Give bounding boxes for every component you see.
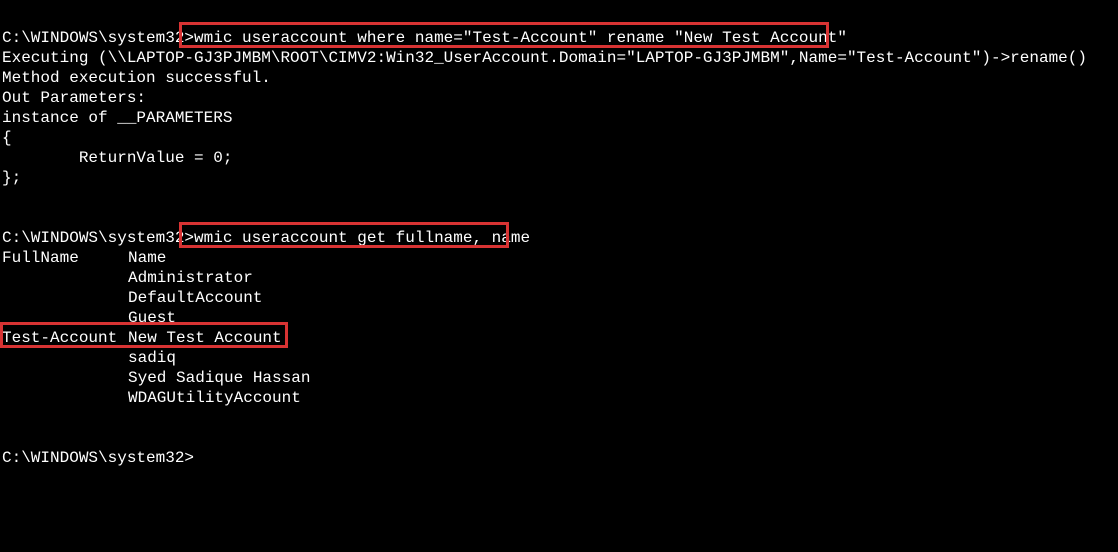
- terminal-output: instance of __PARAMETERS: [2, 108, 1118, 128]
- table-row: Guest: [2, 308, 1118, 328]
- table-header: FullNameName: [2, 248, 1118, 268]
- terminal-output: Out Parameters:: [2, 88, 1118, 108]
- terminal-line: C:\WINDOWS\system32>wmic useraccount whe…: [2, 28, 1118, 48]
- table-row: Syed Sadique Hassan: [2, 368, 1118, 388]
- table-row: Test-AccountNew Test Account: [2, 328, 1118, 348]
- blank-line: [2, 208, 1118, 228]
- terminal-output: };: [2, 168, 1118, 188]
- blank-line: [2, 188, 1118, 208]
- terminal-line: C:\WINDOWS\system32>wmic useraccount get…: [2, 228, 1118, 248]
- blank-line: [2, 408, 1118, 428]
- table-row: WDAGUtilityAccount: [2, 388, 1118, 408]
- header-name: Name: [128, 249, 166, 267]
- blank-line: [2, 428, 1118, 448]
- table-row: Administrator: [2, 268, 1118, 288]
- header-fullname: FullName: [2, 248, 128, 268]
- cell-name: WDAGUtilityAccount: [128, 389, 301, 407]
- prompt: C:\WINDOWS\system32>: [2, 449, 194, 467]
- command-input[interactable]: wmic useraccount get fullname, name: [194, 229, 530, 247]
- terminal-line[interactable]: C:\WINDOWS\system32>: [2, 448, 1118, 468]
- cell-name: Guest: [128, 309, 176, 327]
- cell-name: New Test Account: [128, 329, 282, 347]
- terminal-output: Executing (\\LAPTOP-GJ3PJMBM\ROOT\CIMV2:…: [2, 48, 1118, 68]
- terminal-output: {: [2, 128, 1118, 148]
- command-input[interactable]: wmic useraccount where name="Test-Accoun…: [194, 29, 847, 47]
- cell-name: DefaultAccount: [128, 289, 262, 307]
- cell-name: sadiq: [128, 349, 176, 367]
- terminal-output: Method execution successful.: [2, 68, 1118, 88]
- cell-fullname: Test-Account: [2, 328, 128, 348]
- table-row: DefaultAccount: [2, 288, 1118, 308]
- cell-name: Syed Sadique Hassan: [128, 369, 310, 387]
- table-row: sadiq: [2, 348, 1118, 368]
- prompt: C:\WINDOWS\system32>: [2, 229, 194, 247]
- prompt: C:\WINDOWS\system32>: [2, 29, 194, 47]
- cell-name: Administrator: [128, 269, 253, 287]
- terminal-output: ReturnValue = 0;: [2, 148, 1118, 168]
